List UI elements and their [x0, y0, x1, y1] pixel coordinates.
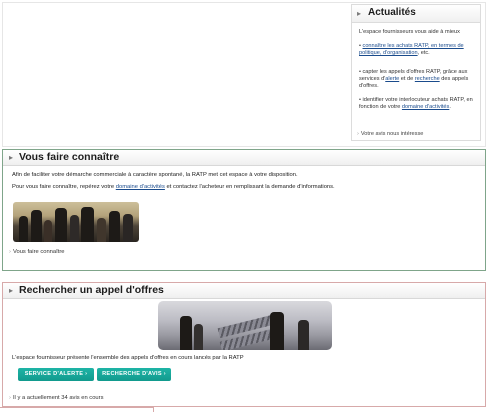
chevron-right-icon: › — [9, 249, 11, 255]
section-rechercher-appel-offres: ▸ Rechercher un appel d'offres L'espace … — [2, 282, 486, 407]
actualites-item-identifier: • identifier votre interlocuteur achats … — [359, 97, 473, 110]
service-alerte-button[interactable]: SERVICE D'ALERTE › — [18, 368, 94, 381]
link-domaine-activites[interactable]: domaine d'activités — [116, 184, 165, 190]
actualites-header: ▸ Actualités — [352, 5, 480, 23]
section-header: ▸ Rechercher un appel d'offres — [3, 283, 485, 299]
actualites-title: Actualités — [368, 7, 416, 18]
link-connaitre-achats[interactable]: connaître les achats RATP, en termes de … — [359, 43, 464, 56]
link-recherche[interactable]: recherche — [415, 76, 440, 82]
actualites-item-capter: • capter les appels d'offres RATP, grâce… — [359, 69, 469, 89]
instructions-paragraph: Pour vous faire connaître, repérez votre… — [12, 184, 335, 190]
section-title: Rechercher un appel d'offres — [19, 284, 164, 296]
crowd-photo — [13, 202, 139, 242]
escalator-photo — [158, 301, 332, 350]
actualites-footer-link[interactable]: › Votre avis nous intéresse — [357, 131, 423, 137]
link-domaine-activites[interactable]: domaine d'activités — [402, 104, 449, 110]
section-vous-faire-connaitre: ▸ Vous faire connaître Afin de faciliter… — [2, 149, 486, 271]
recherche-avis-button[interactable]: RECHERCHE D'AVIS › — [97, 368, 171, 381]
section-title: Vous faire connaître — [19, 151, 120, 163]
vous-faire-connaitre-link[interactable]: › Vous faire connaître — [9, 249, 65, 255]
avis-en-cours-link[interactable]: › Il y a actuellement 34 avis en cours — [9, 395, 103, 401]
chevron-right-icon: ▸ — [357, 9, 362, 18]
actualites-intro: L'espace fournisseurs vous aide à mieux — [359, 29, 460, 35]
appels-offres-description: L'espace fournisseur présente l'ensemble… — [12, 355, 244, 361]
section-header: ▸ Vous faire connaître — [3, 150, 485, 166]
chevron-right-icon: ▸ — [9, 153, 14, 162]
chevron-right-icon: › — [9, 395, 11, 401]
bottom-tab-edge — [0, 407, 154, 412]
chevron-right-icon: ▸ — [9, 286, 14, 295]
actualites-panel: ▸ Actualités L'espace fournisseurs vous … — [351, 4, 481, 141]
chevron-right-icon: › — [357, 131, 359, 137]
link-alerte[interactable]: alerte — [385, 76, 399, 82]
intro-paragraph: Afin de faciliter votre démarche commerc… — [12, 172, 298, 178]
actualites-item-connaitre: • connaître les achats RATP, en termes d… — [359, 43, 464, 56]
